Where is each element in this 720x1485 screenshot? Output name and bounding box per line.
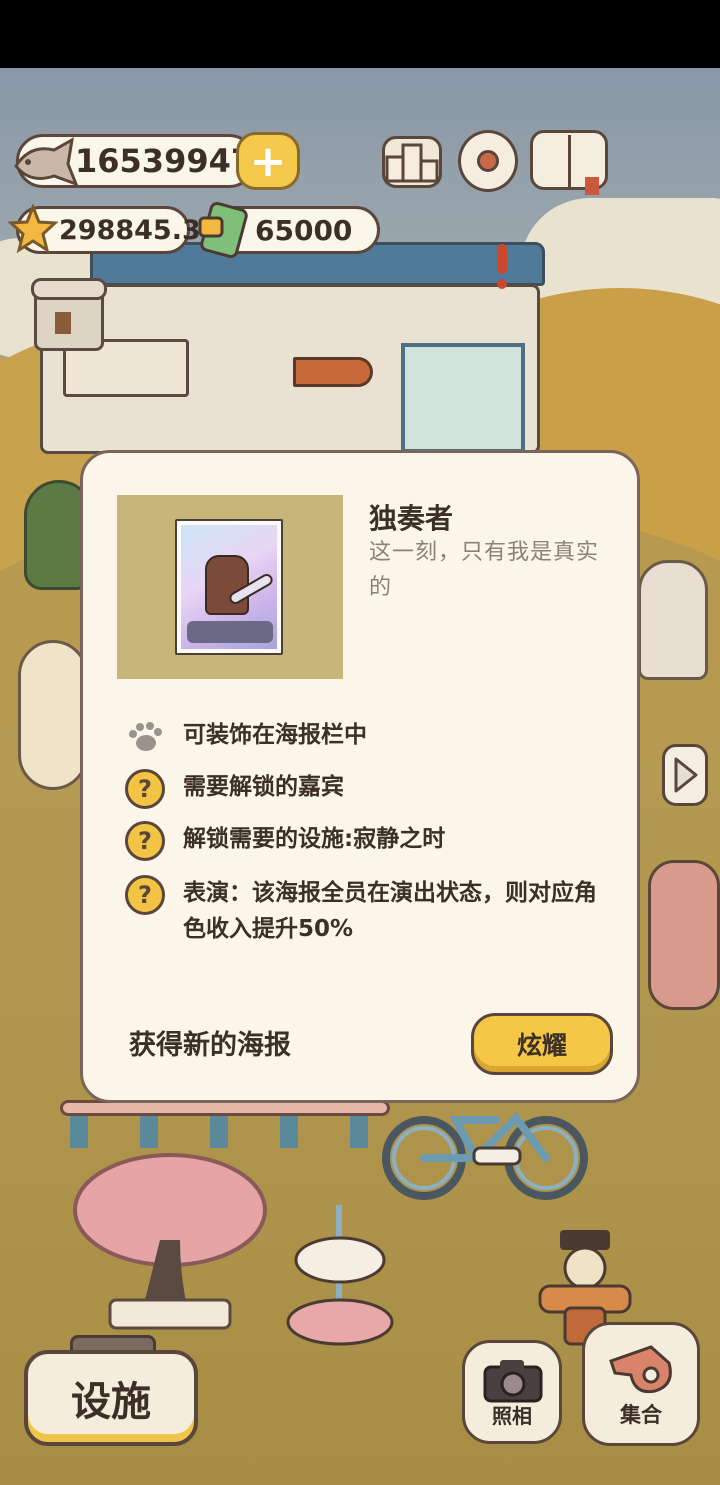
paw-book-icon[interactable] bbox=[530, 130, 608, 195]
photo-label: 照相 bbox=[492, 1404, 532, 1428]
ranking-podium-icon[interactable] bbox=[382, 136, 442, 188]
poster-art bbox=[181, 525, 277, 649]
fish-count: 16539947 bbox=[75, 142, 254, 180]
gather-label: 集合 bbox=[620, 1403, 662, 1427]
status-bar bbox=[0, 0, 720, 68]
fish-icon bbox=[14, 137, 79, 187]
feature-row: 可装饰在海报栏中 bbox=[125, 717, 367, 757]
poster-subtitle: 这一刻，只有我是真实的 bbox=[369, 540, 600, 600]
gear-icon[interactable] bbox=[458, 130, 518, 192]
feature-row: ? 需要解锁的嘉宾 bbox=[125, 769, 344, 809]
poster-info-dialog: 独奏者 这一刻，只有我是真实的 可装饰在海报栏中 ? 需要解锁的嘉宾 ? 解锁需… bbox=[80, 450, 640, 1103]
add-fish-button[interactable]: + bbox=[236, 132, 300, 190]
new-poster-label: 获得新的海报 bbox=[129, 1030, 291, 1061]
gather-button[interactable]: 集合 bbox=[582, 1322, 700, 1446]
feature-row: ? 解锁需要的设施:寂静之时 bbox=[125, 821, 445, 861]
ticket-count: 65000 bbox=[255, 213, 353, 247]
show-off-button[interactable]: 炫耀 bbox=[471, 1013, 613, 1075]
poster-preview bbox=[117, 495, 343, 679]
question-icon: ? bbox=[125, 875, 165, 915]
bicycle bbox=[382, 1111, 588, 1200]
alert-icon[interactable] bbox=[494, 244, 510, 290]
star-count: 298845.3 bbox=[59, 214, 201, 246]
poster-image bbox=[175, 519, 283, 655]
carousel-horse bbox=[286, 1205, 394, 1346]
next-arrow-button[interactable] bbox=[662, 744, 708, 806]
whistle-icon bbox=[609, 1345, 672, 1394]
fountain bbox=[638, 560, 708, 680]
cherry-tree bbox=[73, 1153, 267, 1330]
musician-figure bbox=[205, 555, 249, 615]
feature-row: ? 表演：该海报全员在演出状态，则对应角色收入提升50% bbox=[125, 875, 613, 947]
ticket-icon bbox=[198, 202, 248, 258]
podium-glyph bbox=[385, 143, 439, 183]
poster-title: 独奏者 bbox=[369, 502, 454, 535]
feature-text: 表演：该海报全员在演出状态，则对应角色收入提升50% bbox=[183, 880, 597, 942]
armchair bbox=[648, 860, 720, 1010]
feature-text: 需要解锁的嘉宾 bbox=[183, 774, 344, 800]
gear-center bbox=[477, 150, 499, 172]
facility-button[interactable]: 设施 bbox=[24, 1350, 198, 1446]
paw-icon bbox=[129, 722, 162, 751]
chevron-right-icon bbox=[674, 757, 698, 793]
photo-button[interactable]: 照相 bbox=[462, 1340, 562, 1444]
stage-speakers bbox=[187, 621, 273, 643]
shop-door bbox=[55, 312, 71, 334]
star-icon bbox=[8, 204, 58, 254]
building bbox=[40, 284, 540, 454]
window-frame bbox=[401, 343, 525, 453]
bush bbox=[18, 640, 88, 790]
feature-text: 可装饰在海报栏中 bbox=[183, 722, 367, 748]
bookmark bbox=[585, 177, 599, 195]
book-spine bbox=[568, 135, 571, 187]
plus-icon: + bbox=[249, 135, 287, 187]
question-icon: ? bbox=[125, 821, 165, 861]
facility-label: 设施 bbox=[71, 1379, 151, 1425]
question-icon: ? bbox=[125, 769, 165, 809]
camera-icon bbox=[483, 1360, 543, 1403]
trumpet bbox=[293, 357, 373, 387]
feature-text: 解锁需要的设施:寂静之时 bbox=[183, 826, 446, 852]
shop-icon[interactable] bbox=[31, 278, 107, 351]
shop-awning bbox=[31, 278, 107, 300]
